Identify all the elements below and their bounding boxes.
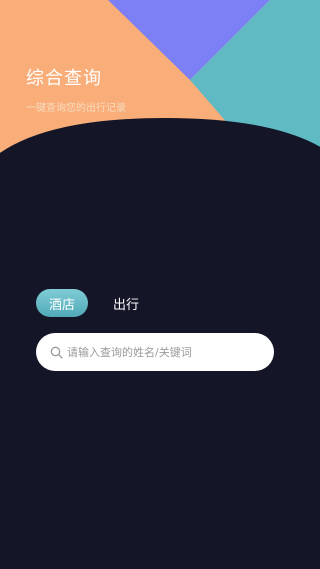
search-icon [49, 345, 63, 359]
page-subtitle: 一键查询您的出行记录 [26, 103, 126, 114]
category-tabs: 酒店 出行 [36, 288, 150, 318]
header-background [0, 0, 320, 230]
tab-hotel[interactable]: 酒店 [36, 289, 88, 317]
search-screen: 综合查询 一键查询您的出行记录 酒店 出行 [0, 0, 320, 569]
search-box[interactable] [36, 333, 274, 371]
page-title: 综合查询 [26, 68, 102, 89]
tab-travel[interactable]: 出行 [102, 289, 150, 317]
dark-arc [0, 118, 320, 230]
search-input[interactable] [67, 345, 257, 359]
